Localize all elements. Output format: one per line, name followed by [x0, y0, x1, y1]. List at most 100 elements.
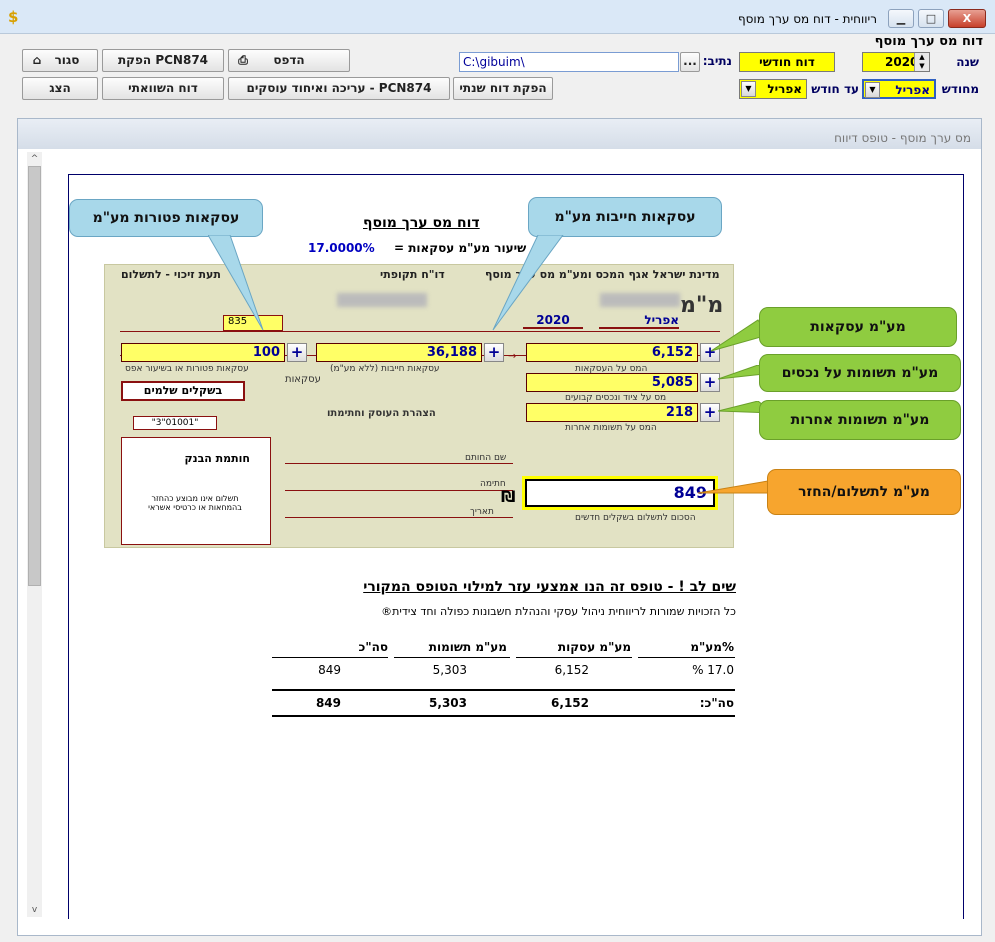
- shekel-box: בשקלים שלמים: [121, 381, 245, 401]
- caption-other: המס על תשומות אחרות: [565, 423, 657, 433]
- print-button[interactable]: ⎙ הדפס: [228, 49, 350, 72]
- browse-button[interactable]: ...: [680, 52, 700, 72]
- totals-rule: [272, 689, 735, 691]
- to-month-select[interactable]: ▼ אפריל: [739, 79, 807, 99]
- close-window-button[interactable]: X: [948, 9, 986, 28]
- assets-vat-value: 5,085: [526, 373, 698, 392]
- form-ref: "3"01001": [133, 416, 217, 430]
- totals-input-vat: 5,303: [429, 696, 467, 710]
- header-vat-rate: %מע"מ: [690, 640, 734, 654]
- maximize-button[interactable]: □: [918, 9, 944, 28]
- caption-taxable: עסקאות חייבות (ללא מע"מ): [330, 364, 440, 374]
- callout-assets: מע"מ תשומות על נכסים: [759, 354, 961, 392]
- other-vat-value: 218: [526, 403, 698, 422]
- date-label: תאריך: [470, 507, 494, 517]
- arrow-right-icon: →: [508, 351, 517, 362]
- vertical-scrollbar[interactable]: ^ v: [27, 152, 42, 917]
- row-vat-rate: 17.0 %: [692, 663, 734, 677]
- bank-note: תשלום אינו מבוצע כהחזר בהמחאות או כרטיסי…: [148, 494, 242, 512]
- shekel-sign-icon: ₪: [501, 487, 516, 506]
- exit-icon: ⌂: [32, 53, 42, 67]
- printer-icon: ⎙: [238, 53, 248, 67]
- totals-label: סה"כ:: [699, 696, 734, 710]
- vat-form: מדינת ישראל אגף המכס ומע"מ מס ערך מוסף ד…: [104, 264, 734, 548]
- callout-taxable: עסקאות חייבות מע"מ: [528, 197, 722, 237]
- minimize-button[interactable]: ▁: [888, 9, 914, 28]
- callout-pointer-exempt: [208, 235, 264, 331]
- callout-pointer-taxable: [492, 235, 564, 331]
- show-button[interactable]: הצג: [22, 77, 98, 100]
- report-panel: מס ערך מוסף - טופס דיווח ^ v דוח מס ערך …: [17, 118, 982, 936]
- edit-merge-button[interactable]: עריכה ואיחוד עוסקים - PCN874: [228, 77, 450, 100]
- doc-title: דוח מס ערך מוסף: [363, 215, 480, 231]
- add-exempt-button[interactable]: +: [287, 343, 307, 362]
- chevron-down-icon[interactable]: ▼: [741, 81, 756, 97]
- note-title: שים לב ! - טופס זה הנו אמצעי עזר למילוי …: [363, 579, 736, 595]
- from-month-select[interactable]: ▼ אפריל: [862, 79, 936, 99]
- callout-sales: מע"מ עסקאות: [759, 307, 957, 347]
- signer-label: שם החותם: [465, 453, 507, 463]
- report-type-field[interactable]: דוח חודשי: [739, 52, 835, 72]
- bank-stamp-box: חותמת הבנק תשלום אינו מבוצע כהחזר בהמחאו…: [121, 437, 271, 545]
- path-label: נתיב:: [702, 54, 732, 68]
- report-heading: דוח מס ערך מוסף: [874, 34, 983, 49]
- caption-assets: מס על ציוד ונכסים קבועים: [565, 393, 667, 403]
- declaration-label: הצהרת העוסק וחתימתו: [327, 408, 436, 419]
- form-header-mid: דו"ח תקופתי: [380, 268, 445, 281]
- window-title: ריווחית - דוח מס ערך מוסף: [737, 12, 877, 26]
- form-month: אפריל: [599, 313, 679, 329]
- add-assets-vat-button[interactable]: +: [700, 373, 720, 392]
- row-sales-vat: 6,152: [554, 663, 589, 677]
- scroll-down-icon[interactable]: v: [27, 903, 42, 917]
- add-taxable-button[interactable]: +: [484, 343, 504, 362]
- copyright-text: כל הזכויות שמורות לריווחית ניהול עסקי וה…: [381, 605, 736, 618]
- scroll-thumb[interactable]: [28, 166, 41, 586]
- callout-exempt: עסקאות פטורות מע"מ: [69, 199, 263, 237]
- from-month-label: מחודש: [941, 82, 979, 96]
- dollar-icon: $: [8, 8, 19, 26]
- caption-exempt: עסקאות פטורות או בשיעור אפס: [125, 364, 249, 374]
- total-highlight: 849: [522, 476, 718, 510]
- scroll-up-icon[interactable]: ^: [27, 152, 42, 166]
- totals-bottom-rule: [272, 715, 735, 717]
- path-input[interactable]: C:\gibuim\: [459, 52, 679, 72]
- add-other-vat-button[interactable]: +: [700, 403, 720, 422]
- callout-other: מע"מ תשומות אחרות: [759, 400, 961, 440]
- header-total: סה"כ: [358, 640, 388, 654]
- deals-caption: עסקאות: [285, 374, 321, 385]
- chevron-down-icon[interactable]: ▼: [865, 82, 880, 98]
- header-sales-vat: מע"מ עסקות: [557, 640, 631, 654]
- row-input-vat: 5,303: [432, 663, 467, 677]
- callout-pointer-total: [698, 480, 769, 494]
- rate-value: 17.0000%: [308, 241, 375, 255]
- compare-report-button[interactable]: דוח השוואתי: [102, 77, 224, 100]
- year-label: שנה: [956, 55, 979, 69]
- exempt-value: 100: [121, 343, 285, 362]
- row-total: 849: [318, 663, 341, 677]
- annual-report-button[interactable]: הפקת דוח שנתי: [453, 77, 553, 100]
- close-report-button[interactable]: ⌂ סגור: [22, 49, 98, 72]
- taxable-value: 36,188: [316, 343, 482, 362]
- panel-header: מס ערך מוסף - טופס דיווח: [18, 119, 981, 149]
- header-input-vat: מע"מ תשומות: [428, 640, 507, 654]
- form-rule: [285, 517, 513, 518]
- form-rule: [285, 463, 513, 464]
- year-spinner[interactable]: ▲ ▼: [914, 53, 929, 71]
- sales-vat-value: 6,152: [526, 343, 698, 362]
- header-rule: [516, 657, 632, 658]
- title-bar: $ ריווחית - דוח מס ערך מוסף ▁ □ X: [0, 0, 995, 34]
- produce-pcn874-button[interactable]: הפקת PCN874: [102, 49, 224, 72]
- callout-total: מע"מ לתשלום/החזר: [767, 469, 961, 515]
- totals-total: 849: [315, 696, 341, 710]
- blurred-name: [337, 293, 427, 307]
- caption-total: הסכום לתשלום בשקלים חדשים: [575, 513, 696, 523]
- to-month-value: אפריל: [767, 82, 802, 96]
- header-rule: [272, 657, 388, 658]
- from-month-value: אפריל: [895, 83, 930, 97]
- header-rule: [638, 657, 735, 658]
- header-rule: [394, 657, 510, 658]
- totals-sales-vat: 6,152: [551, 696, 589, 710]
- bank-stamp-label: חותמת הבנק: [184, 452, 250, 465]
- to-month-label: עד חודש: [811, 82, 859, 96]
- form-header-right: תעת זיכוי - לתשלום: [121, 268, 221, 281]
